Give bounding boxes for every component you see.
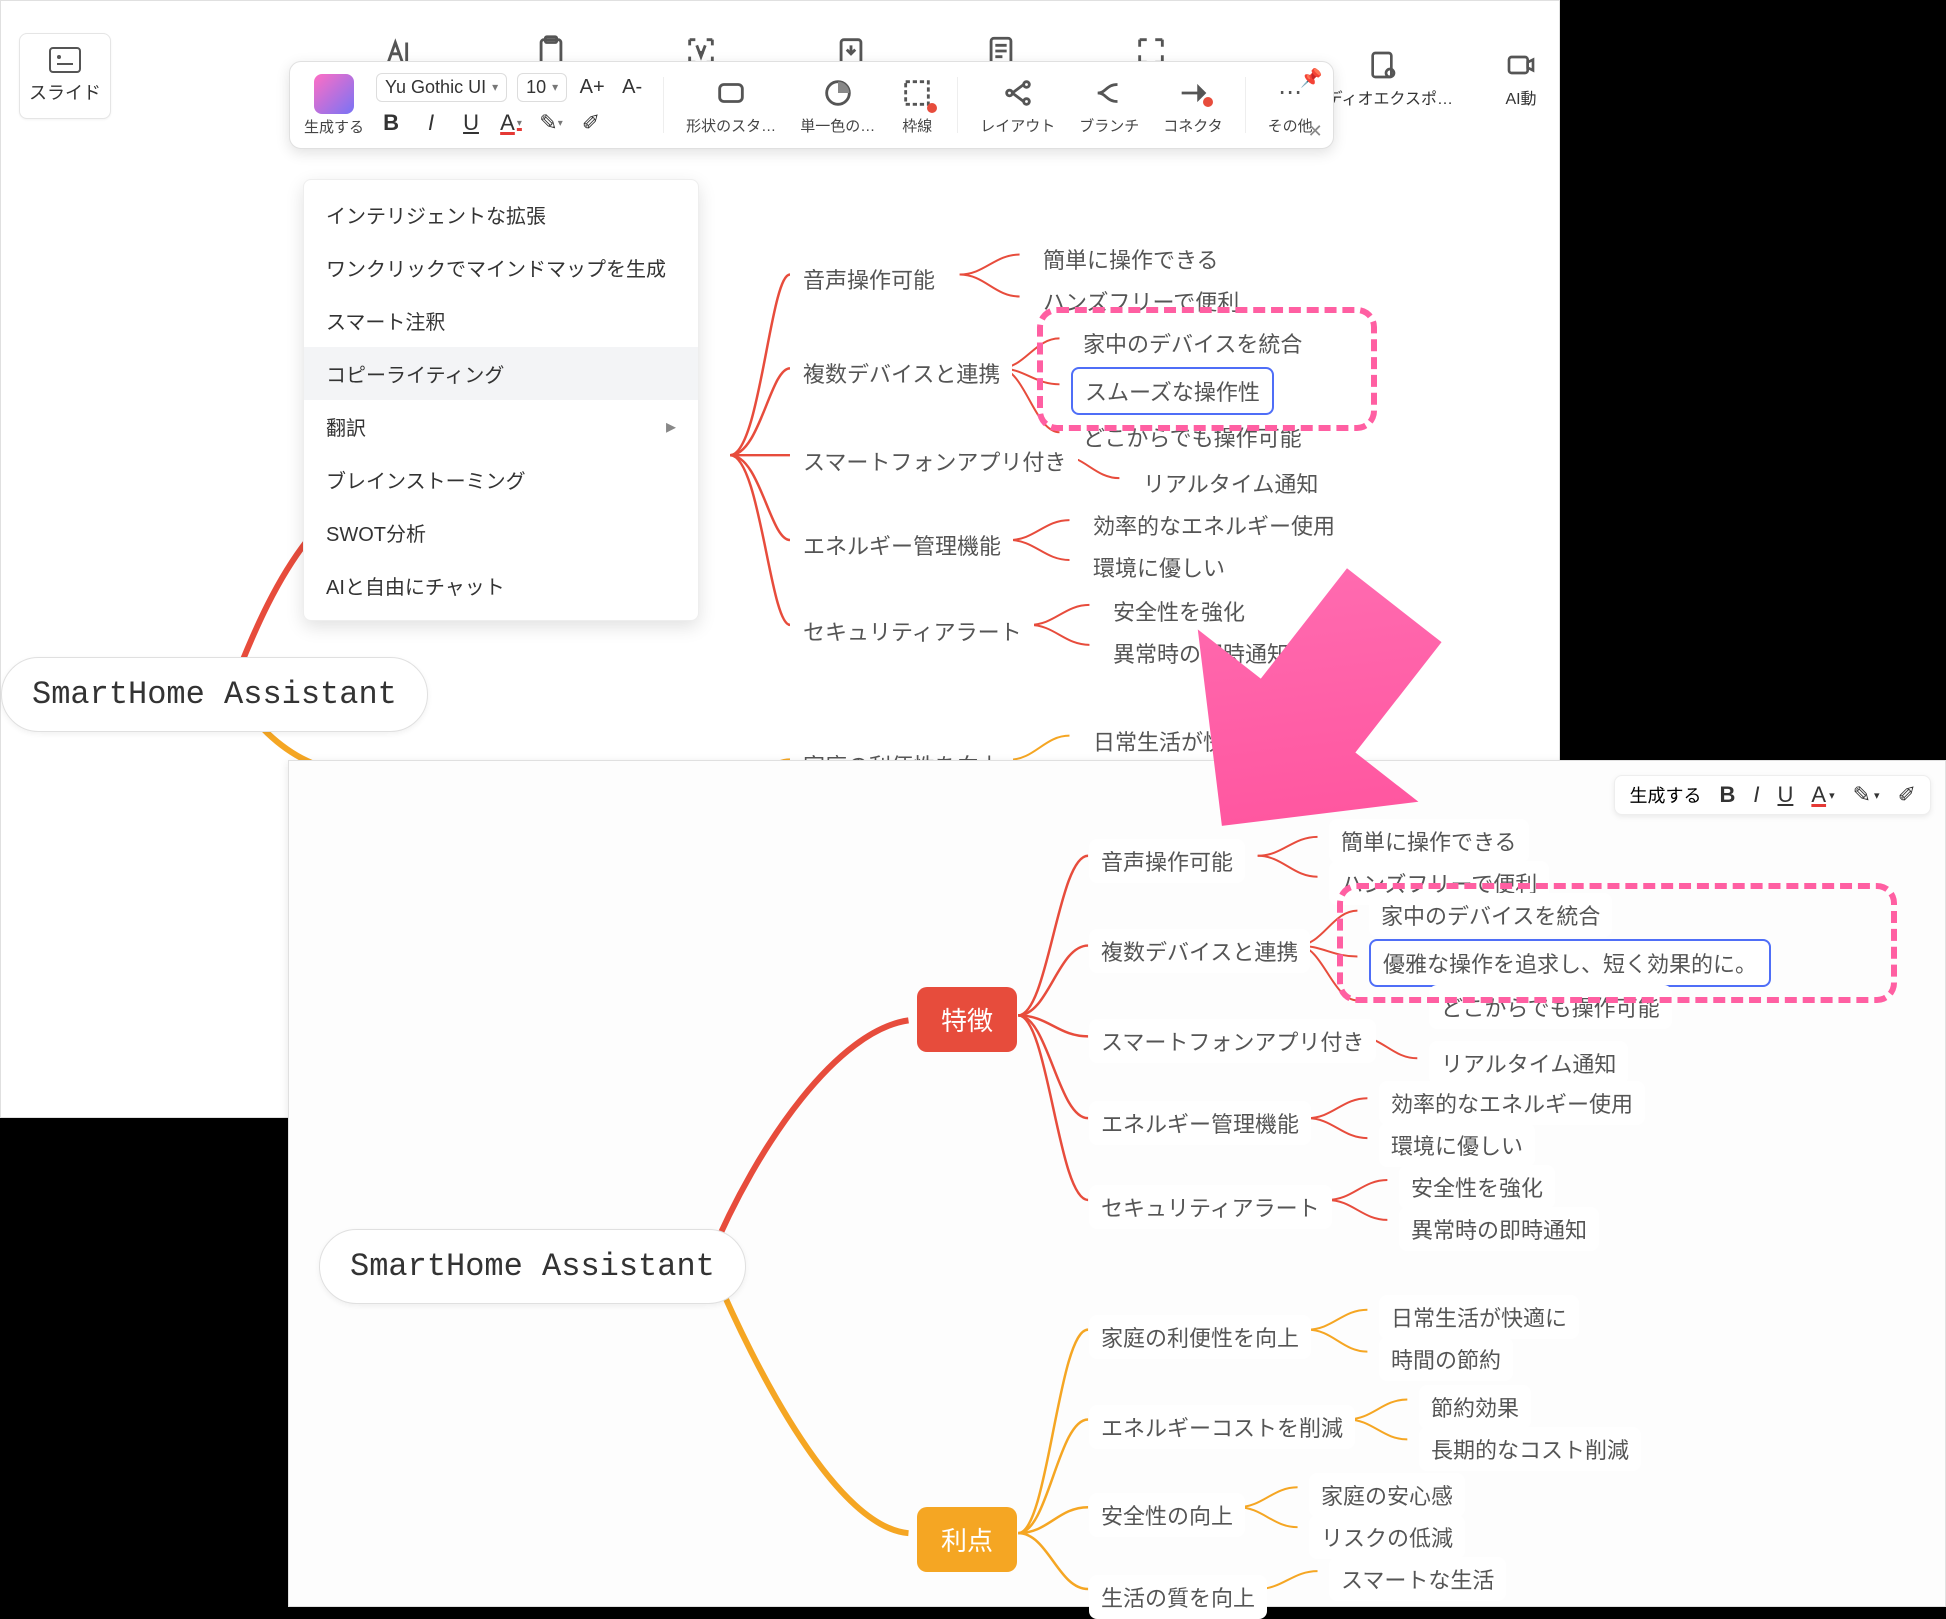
gen-item-brainstorming[interactable]: ブレインストーミング (304, 453, 698, 506)
connector-button[interactable]: コネクタ (1157, 75, 1228, 136)
leaf-node[interactable]: リアルタイム通知 (1131, 461, 1330, 505)
clear-format-button[interactable]: ✐ (576, 108, 606, 138)
leaf-node[interactable]: リスクの低減 (1309, 1515, 1465, 1559)
highlight-box (1037, 307, 1377, 431)
text-color-button[interactable]: A▾ (496, 108, 526, 138)
shape-style-button[interactable]: 形状のスタ… (680, 75, 782, 136)
feature-node[interactable]: 音声操作可能 (791, 257, 947, 301)
leaf-node[interactable]: 長期的なコスト削減 (1419, 1427, 1641, 1471)
feature-node[interactable]: セキュリティアラート (1089, 1185, 1332, 1229)
leaf-node[interactable]: スマートな生活 (1329, 1557, 1506, 1601)
feature-node[interactable]: セキュリティアラート (791, 609, 1034, 653)
font-family-select[interactable]: Yu Gothic UI ▾ (376, 73, 507, 102)
italic-button[interactable]: I (416, 108, 446, 138)
mindmap-canvas-lower[interactable]: SmartHome Assistant 特徴 利点 音声操作可能 簡単に操作でき… (289, 761, 1945, 1606)
generate-button[interactable]: 生成する (304, 74, 364, 137)
decrease-font-button[interactable]: A- (617, 72, 647, 102)
leaf-node[interactable]: 異常時の即時通知 (1399, 1207, 1599, 1251)
gen-item-free-chat[interactable]: AIと自由にチャット (304, 559, 698, 612)
feature-node[interactable]: 複数デバイスと連携 (791, 351, 1012, 395)
benefit-node[interactable]: 安全性の向上 (1089, 1493, 1245, 1537)
leaf-node[interactable]: 環境に優しい (1379, 1123, 1535, 1167)
root-node-lower[interactable]: SmartHome Assistant (319, 1229, 746, 1304)
gen-item-oneclick-mindmap[interactable]: ワンクリックでマインドマップを生成 (304, 241, 698, 294)
gen-item-smart-annotation[interactable]: スマート注釈 (304, 294, 698, 347)
generate-dropdown: インテリジェントな拡張 ワンクリックでマインドマップを生成 スマート注釈 コピー… (303, 179, 699, 621)
benefit-node[interactable]: 家庭の利便性を向上 (1089, 1315, 1311, 1359)
generate-label: 生成する (304, 116, 364, 137)
layout-button[interactable]: レイアウト (974, 75, 1061, 136)
highlight-button[interactable]: ✎▾ (536, 108, 566, 138)
chevron-down-icon: ▾ (492, 80, 498, 94)
feature-node[interactable]: 複数デバイスと連携 (1089, 929, 1310, 973)
connector-icon (1175, 75, 1211, 111)
submenu-arrow-icon: ▸ (666, 414, 676, 439)
leaf-node[interactable]: 日常生活が快適に (1379, 1295, 1579, 1339)
chevron-down-icon: ▾ (552, 80, 558, 94)
pin-icon[interactable]: 📌 (1300, 68, 1322, 89)
feature-node[interactable]: スマートフォンアプリ付き (791, 439, 1078, 483)
border-icon (899, 75, 935, 111)
gen-item-copywriting[interactable]: コピーライティング (304, 347, 698, 400)
root-node-lower-label: SmartHome Assistant (350, 1248, 715, 1285)
leaf-node[interactable]: リアルタイム通知 (1429, 1041, 1628, 1085)
layout-icon (1000, 75, 1036, 111)
lower-screenshot-panel: 生成する B I U A▾ ✎▾ ✐ (288, 760, 1946, 1607)
gen-item-swot[interactable]: SWOT分析 (304, 506, 698, 559)
bold-button[interactable]: B (376, 108, 406, 138)
leaf-node[interactable]: 効率的なエネルギー使用 (1379, 1081, 1645, 1125)
leaf-node[interactable]: 安全性を強化 (1399, 1165, 1555, 1209)
leaf-node[interactable]: 簡単に操作できる (1031, 237, 1231, 281)
root-node-label: SmartHome Assistant (32, 676, 397, 713)
benefit-branch-node[interactable]: 利点 (917, 1507, 1017, 1572)
branch-button[interactable]: ブランチ (1073, 75, 1145, 136)
benefit-node[interactable]: エネルギーコストを削減 (1089, 1405, 1355, 1449)
root-node[interactable]: SmartHome Assistant (1, 657, 428, 732)
leaf-node[interactable]: 節約効果 (1419, 1385, 1531, 1429)
font-size-select[interactable]: 10 ▾ (517, 73, 567, 102)
benefit-node[interactable]: 生活の質を向上 (1089, 1575, 1267, 1619)
underline-button[interactable]: U (456, 108, 486, 138)
gen-item-translate[interactable]: 翻訳▸ (304, 400, 698, 453)
feature-branch-node[interactable]: 特徴 (917, 987, 1017, 1052)
font-size-value: 10 (526, 77, 546, 98)
leaf-node[interactable]: 時間の節約 (1379, 1337, 1513, 1381)
feature-node[interactable]: スマートフォンアプリ付き (1089, 1019, 1376, 1063)
transition-arrow (1130, 530, 1530, 915)
feature-node[interactable]: エネルギー管理機能 (791, 523, 1013, 567)
branch-icon (1091, 75, 1127, 111)
feature-node[interactable]: エネルギー管理機能 (1089, 1101, 1311, 1145)
font-family-value: Yu Gothic UI (385, 77, 486, 98)
single-color-icon (820, 75, 856, 111)
leaf-node[interactable]: 家庭の安心感 (1309, 1473, 1465, 1517)
node-toolbar: 📌 ✕ 生成する Yu Gothic UI ▾ 10 ▾ A+ A- B (289, 61, 1334, 149)
increase-font-button[interactable]: A+ (577, 72, 607, 102)
shape-style-icon (713, 75, 749, 111)
single-color-button[interactable]: 単一色の… (794, 75, 881, 136)
close-icon[interactable]: ✕ (1308, 121, 1323, 142)
generate-icon (314, 74, 354, 114)
gen-item-intelligent-expand[interactable]: インテリジェントな拡張 (304, 188, 698, 241)
border-button[interactable]: 枠線 (893, 75, 941, 136)
